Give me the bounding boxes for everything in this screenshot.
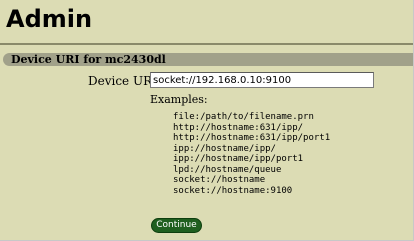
example-uri: http://hostname:631/ipp/ bbox=[173, 122, 304, 133]
example-uri: socket://hostname:9100 bbox=[173, 185, 293, 196]
example-uri: ipp://hostname/ipp/port1 bbox=[173, 154, 304, 164]
example-uri: http://hostname:631/ipp/port1 bbox=[173, 133, 331, 143]
examples-list: file:/path/to/filename.prn http://hostna… bbox=[173, 112, 330, 196]
example-uri: ipp://hostname/ipp/ bbox=[173, 143, 276, 154]
page-title: Admin bbox=[6, 5, 93, 33]
continue-button[interactable]: Continue bbox=[151, 218, 202, 233]
admin-page: Admin Device URI for mc2430dl Device URI… bbox=[0, 0, 414, 241]
section-title: Device URI for mc2430dl bbox=[11, 53, 166, 66]
title-divider bbox=[0, 43, 413, 45]
example-uri: file:/path/to/filename.prn bbox=[173, 112, 314, 122]
example-uri: socket://hostname bbox=[173, 175, 266, 185]
device-uri-input[interactable] bbox=[150, 72, 374, 88]
example-uri: lpd://hostname/queue bbox=[173, 164, 282, 175]
section-header: Device URI for mc2430dl bbox=[3, 53, 413, 66]
examples-label: Examples: bbox=[150, 93, 208, 106]
